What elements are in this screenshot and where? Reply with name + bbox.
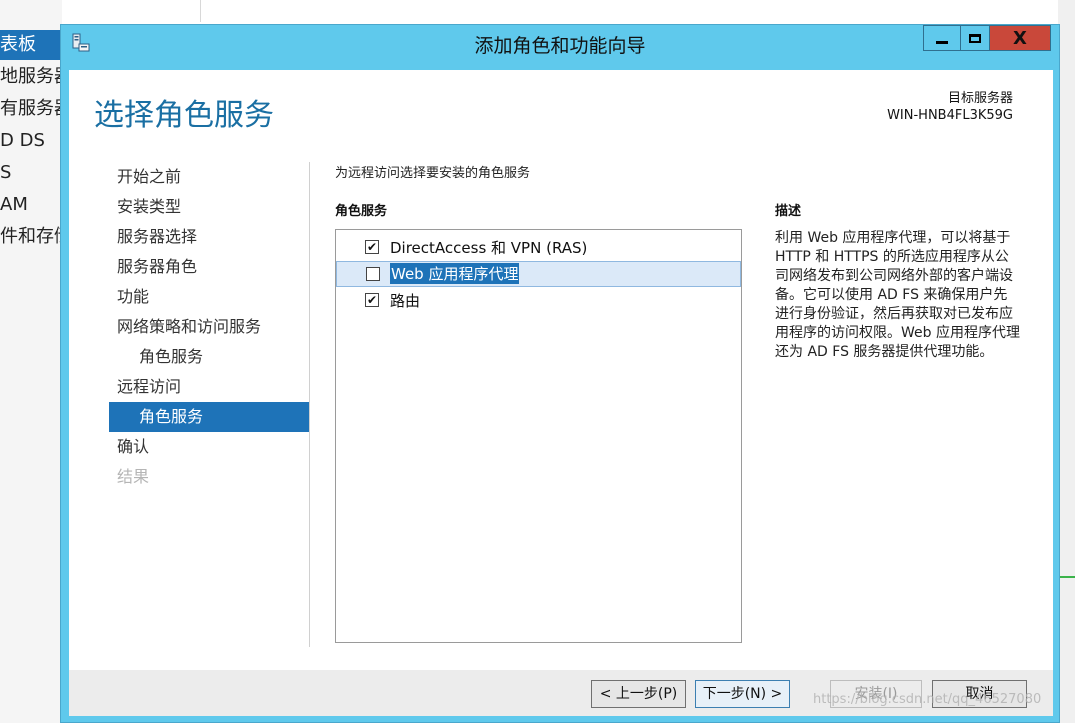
bg-status-line (1058, 576, 1075, 578)
minimize-icon (936, 40, 948, 44)
maximize-button[interactable] (960, 25, 990, 51)
previous-button[interactable]: < 上一步(P) (591, 680, 686, 708)
next-button[interactable]: 下一步(N) > (695, 680, 790, 708)
list-item[interactable]: ✔ DirectAccess 和 VPN (RAS) (336, 235, 741, 261)
bg-item-all-servers[interactable]: 有服务器 (0, 94, 62, 124)
checkmark-icon: ✔ (366, 293, 378, 307)
nav-npas[interactable]: 网络策略和访问服务 (109, 312, 309, 342)
bg-right-pane (1058, 0, 1075, 723)
role-service-label: DirectAccess 和 VPN (RAS) (390, 239, 588, 257)
instruction-text: 为远程访问选择要安装的角色服务 (335, 166, 531, 181)
checkmark-icon: ✔ (366, 240, 378, 254)
watermark: https://blog.csdn.net/qq_46527080 (813, 692, 1042, 707)
wizard-content: 选择角色服务 目标服务器 WIN-HNB4FL3K59G 开始之前 安装类型 服… (69, 70, 1053, 716)
nav-before-you-begin[interactable]: 开始之前 (109, 162, 309, 192)
background-sidebar: 表板 地服务器 有服务器 D DS S AM 件和存储 (0, 0, 62, 723)
wizard-nav: 开始之前 安装类型 服务器选择 服务器角色 功能 网络策略和访问服务 角色服务 … (109, 162, 309, 492)
nav-confirmation[interactable]: 确认 (109, 432, 309, 462)
list-item[interactable]: Web 应用程序代理 (336, 261, 741, 287)
description-text: 利用 Web 应用程序代理，可以将基于 HTTP 和 HTTPS 的所选应用程序… (775, 230, 1020, 360)
target-server: 目标服务器 WIN-HNB4FL3K59G (887, 90, 1013, 124)
description-header: 描述 (775, 204, 802, 219)
target-server-name: WIN-HNB4FL3K59G (887, 108, 1013, 123)
role-services-list: ✔ DirectAccess 和 VPN (RAS) Web 应用程序代理 ✔ … (335, 229, 742, 643)
nav-installation-type[interactable]: 安装类型 (109, 192, 309, 222)
role-services-header: 角色服务 (335, 204, 388, 219)
checkbox-routing[interactable]: ✔ (365, 293, 379, 307)
nav-features[interactable]: 功能 (109, 282, 309, 312)
list-item[interactable]: ✔ 路由 (336, 288, 741, 314)
bg-item-s[interactable]: S (0, 158, 11, 188)
window-title: 添加角色和功能向导 (474, 35, 646, 57)
role-service-label: Web 应用程序代理 (390, 263, 520, 284)
nav-npas-role-services[interactable]: 角色服务 (109, 342, 309, 372)
title-bar[interactable]: 添加角色和功能向导 X (61, 25, 1059, 65)
bg-divider (200, 0, 201, 22)
bg-item-dashboard[interactable]: 表板 (0, 30, 62, 60)
checkbox-web-app-proxy[interactable] (366, 267, 380, 281)
bg-item-ad-ds[interactable]: D DS (0, 126, 45, 156)
target-server-label: 目标服务器 (947, 91, 1013, 106)
close-icon: X (1013, 27, 1027, 49)
maximize-icon (969, 33, 981, 43)
nav-divider (309, 162, 310, 647)
minimize-button[interactable] (923, 25, 961, 51)
nav-remote-access[interactable]: 远程访问 (109, 372, 309, 402)
bg-item-local-server[interactable]: 地服务器 (0, 62, 62, 92)
wizard-window: 添加角色和功能向导 X 选择角色服务 目标服务器 WIN-HNB4FL3K59G… (60, 24, 1060, 723)
nav-remote-access-role-services[interactable]: 角色服务 (109, 402, 309, 432)
bg-item-file-storage[interactable]: 件和存储 (0, 222, 62, 252)
nav-results: 结果 (117, 467, 150, 486)
page-title: 选择角色服务 (94, 98, 274, 133)
role-service-label: 路由 (390, 292, 421, 310)
checkbox-directaccess-vpn[interactable]: ✔ (365, 240, 379, 254)
nav-server-roles[interactable]: 服务器角色 (109, 252, 309, 282)
bg-item-am[interactable]: AM (0, 190, 28, 220)
nav-server-selection[interactable]: 服务器选择 (109, 222, 309, 252)
close-button[interactable]: X (989, 25, 1051, 51)
